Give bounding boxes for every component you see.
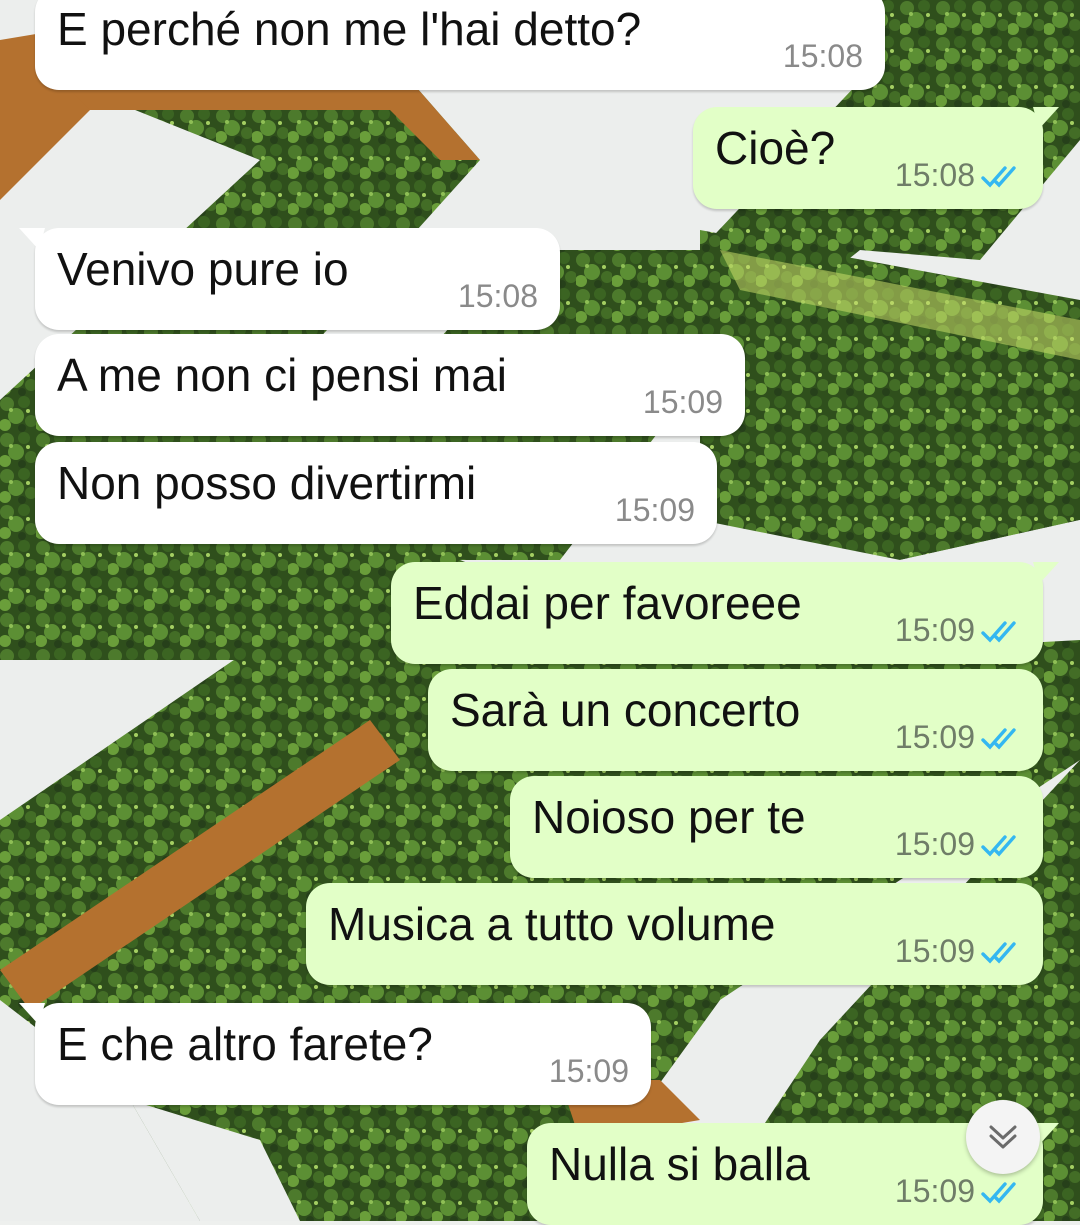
message-incoming[interactable]: Venivo pure io 15:08 bbox=[19, 228, 560, 330]
message-meta: 15:09 bbox=[895, 1173, 1021, 1210]
message-meta: 15:09 bbox=[643, 384, 723, 421]
message-meta: 15:08 bbox=[783, 38, 863, 75]
message-meta: 15:09 bbox=[895, 933, 1021, 970]
double-chevron-down-icon bbox=[989, 1125, 1017, 1149]
bubble-tail bbox=[1033, 107, 1059, 129]
message-meta: 15:09 bbox=[895, 612, 1021, 649]
message-text: Sarà un concerto bbox=[450, 684, 801, 736]
message-meta: 15:09 bbox=[549, 1053, 629, 1090]
message-incoming[interactable]: E che altro farete? 15:09 bbox=[19, 1003, 651, 1105]
bubble-tail bbox=[1033, 562, 1059, 584]
message-time: 15:09 bbox=[614, 492, 695, 528]
message-meta: 15:08 bbox=[458, 278, 538, 315]
message-incoming[interactable]: E perché non me l'hai detto? 15:08 bbox=[35, 0, 885, 90]
message-outgoing[interactable]: Noioso per te 15:09 bbox=[510, 776, 1043, 878]
message-time: 15:09 bbox=[894, 1173, 975, 1209]
bubble-tail bbox=[19, 228, 45, 250]
message-outgoing[interactable]: Musica a tutto volume 15:09 bbox=[306, 883, 1043, 985]
message-time: 15:09 bbox=[894, 719, 975, 755]
message-list[interactable]: E perché non me l'hai detto? 15:08 Cioè?… bbox=[0, 0, 1080, 1225]
bubble-tail bbox=[19, 1003, 45, 1025]
message-text: Venivo pure io bbox=[57, 243, 349, 295]
message-time: 15:08 bbox=[782, 38, 863, 74]
read-double-check-icon bbox=[981, 1181, 1016, 1203]
read-double-check-icon bbox=[981, 165, 1016, 187]
message-time: 15:09 bbox=[642, 384, 723, 420]
scroll-to-bottom-button[interactable] bbox=[966, 1100, 1040, 1174]
read-double-check-icon bbox=[981, 727, 1016, 749]
message-meta: 15:08 bbox=[895, 157, 1021, 194]
read-double-check-icon bbox=[981, 834, 1016, 856]
message-time: 15:09 bbox=[894, 826, 975, 862]
message-meta: 15:09 bbox=[895, 826, 1021, 863]
message-text: E perché non me l'hai detto? bbox=[57, 3, 642, 55]
message-text: Cioè? bbox=[715, 122, 836, 174]
message-time: 15:09 bbox=[894, 612, 975, 648]
read-double-check-icon bbox=[981, 620, 1016, 642]
read-double-check-icon bbox=[981, 941, 1016, 963]
message-text: Eddai per favoreee bbox=[413, 577, 802, 629]
message-text: Non posso divertirmi bbox=[57, 457, 477, 509]
message-text: Musica a tutto volume bbox=[328, 898, 776, 950]
message-text: E che altro farete? bbox=[57, 1018, 433, 1070]
message-incoming[interactable]: Non posso divertirmi 15:09 bbox=[35, 442, 717, 544]
message-time: 15:08 bbox=[457, 278, 538, 314]
message-outgoing[interactable]: Eddai per favoreee 15:09 bbox=[391, 562, 1059, 664]
message-time: 15:09 bbox=[548, 1053, 629, 1089]
message-meta: 15:09 bbox=[895, 719, 1021, 756]
message-meta: 15:09 bbox=[615, 492, 695, 529]
message-outgoing[interactable]: Sarà un concerto 15:09 bbox=[428, 669, 1043, 771]
message-outgoing[interactable]: Cioè? 15:08 bbox=[693, 107, 1059, 209]
message-text: Noioso per te bbox=[532, 791, 806, 843]
message-text: A me non ci pensi mai bbox=[57, 349, 508, 401]
message-incoming[interactable]: A me non ci pensi mai 15:09 bbox=[35, 334, 745, 436]
message-time: 15:08 bbox=[894, 157, 975, 193]
message-time: 15:09 bbox=[894, 933, 975, 969]
message-text: Nulla si balla bbox=[549, 1138, 810, 1190]
